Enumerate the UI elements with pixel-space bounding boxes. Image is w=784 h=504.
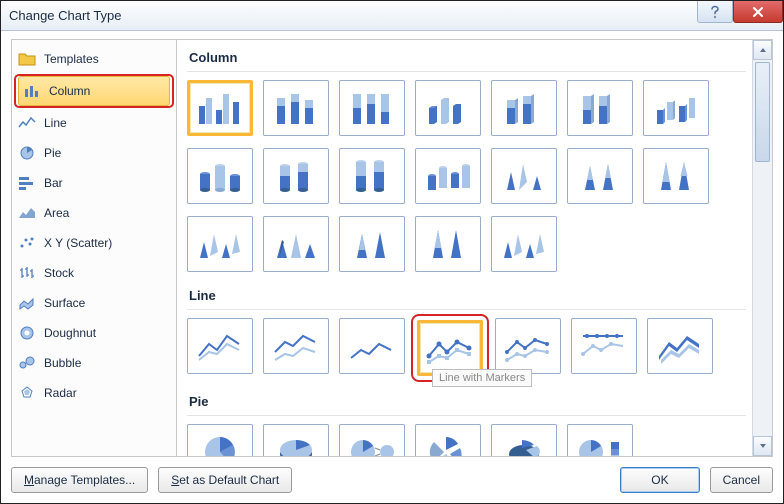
chart-3d-pyramid[interactable] bbox=[491, 216, 557, 272]
scrollbar-thumb[interactable] bbox=[755, 62, 770, 162]
bubble-icon bbox=[18, 355, 36, 371]
sidebar-item-column[interactable]: Column bbox=[18, 76, 170, 106]
chart-100-stacked-pyramid[interactable] bbox=[415, 216, 481, 272]
chart-line-markers[interactable]: Line with Markers bbox=[417, 320, 483, 376]
chart-3d-cylinder[interactable] bbox=[415, 148, 481, 204]
chart-3d-cone[interactable] bbox=[187, 216, 253, 272]
titlebar: Change Chart Type bbox=[1, 1, 783, 31]
sidebar-item-bar[interactable]: Bar bbox=[12, 168, 176, 198]
doughnut-icon bbox=[18, 325, 36, 341]
chart-stacked-pyramid[interactable] bbox=[339, 216, 405, 272]
sidebar-item-label: Surface bbox=[44, 296, 85, 310]
ok-button[interactable]: OK bbox=[620, 467, 699, 493]
area-icon bbox=[18, 205, 36, 221]
chart-gallery: Column bbox=[177, 40, 772, 456]
chart-stacked-column[interactable] bbox=[263, 80, 329, 136]
chart-pie[interactable] bbox=[187, 424, 253, 456]
close-button[interactable] bbox=[733, 1, 783, 23]
surface-icon bbox=[18, 295, 36, 311]
chart-clustered-cylinder[interactable] bbox=[187, 148, 253, 204]
chart-exploded-3d-pie[interactable] bbox=[491, 424, 557, 456]
sidebar-item-label: Radar bbox=[44, 386, 77, 400]
sidebar-item-label: Line bbox=[44, 116, 67, 130]
sidebar-item-label: Stock bbox=[44, 266, 74, 280]
chart-stacked-line-markers[interactable] bbox=[495, 318, 561, 374]
set-default-button[interactable]: Set as Default Chart bbox=[158, 467, 292, 493]
cancel-button[interactable]: Cancel bbox=[710, 467, 773, 493]
sidebar-item-label: X Y (Scatter) bbox=[44, 236, 112, 250]
radar-icon bbox=[18, 385, 36, 401]
chart-3d-pie[interactable] bbox=[263, 424, 329, 456]
chart-pie-of-pie[interactable] bbox=[339, 424, 405, 456]
chart-100-stacked-line-markers[interactable] bbox=[571, 318, 637, 374]
dialog-title: Change Chart Type bbox=[9, 8, 697, 23]
sidebar-item-label: Bubble bbox=[44, 356, 81, 370]
column-icon bbox=[23, 83, 41, 99]
chart-stacked-cone[interactable] bbox=[567, 148, 633, 204]
sidebar-item-label: Bar bbox=[44, 176, 63, 190]
sidebar-item-area[interactable]: Area bbox=[12, 198, 176, 228]
stock-icon bbox=[18, 265, 36, 281]
scatter-icon bbox=[18, 235, 36, 251]
sidebar-item-stock[interactable]: Stock bbox=[12, 258, 176, 288]
chart-3d-100-stacked-column[interactable] bbox=[567, 80, 633, 136]
sidebar-item-surface[interactable]: Surface bbox=[12, 288, 176, 318]
section-heading-pie: Pie bbox=[187, 390, 746, 416]
sidebar-item-label: Column bbox=[49, 84, 90, 98]
change-chart-type-dialog: Change Chart Type Templates Column bbox=[0, 0, 784, 504]
dialog-footer: Manage Templates... Set as Default Chart… bbox=[11, 465, 773, 495]
chart-3d-line[interactable] bbox=[647, 318, 713, 374]
sidebar-item-label: Templates bbox=[44, 52, 99, 66]
chart-100-stacked-column[interactable] bbox=[339, 80, 405, 136]
chart-3d-column[interactable] bbox=[643, 80, 709, 136]
sidebar-item-scatter[interactable]: X Y (Scatter) bbox=[12, 228, 176, 258]
chart-bar-of-pie[interactable] bbox=[567, 424, 633, 456]
chart-3d-stacked-column[interactable] bbox=[491, 80, 557, 136]
tooltip-line-markers: Line with Markers bbox=[432, 369, 532, 387]
manage-templates-button[interactable]: Manage Templates... bbox=[11, 467, 148, 493]
pie-icon bbox=[18, 145, 36, 161]
category-sidebar: Templates Column Line Pie Bar bbox=[12, 40, 177, 456]
sidebar-item-label: Area bbox=[44, 206, 69, 220]
sidebar-item-doughnut[interactable]: Doughnut bbox=[12, 318, 176, 348]
folder-icon bbox=[18, 51, 36, 67]
line-markers-highlight: Line with Markers bbox=[411, 314, 489, 382]
scroll-up-button[interactable] bbox=[753, 40, 772, 60]
line-icon bbox=[18, 115, 36, 131]
sidebar-item-templates[interactable]: Templates bbox=[12, 44, 176, 74]
chart-stacked-cylinder[interactable] bbox=[263, 148, 329, 204]
sidebar-item-line[interactable]: Line bbox=[12, 108, 176, 138]
chart-exploded-pie[interactable] bbox=[415, 424, 481, 456]
section-heading-column: Column bbox=[187, 46, 746, 72]
chart-3d-clustered-column[interactable] bbox=[415, 80, 481, 136]
chart-clustered-pyramid[interactable] bbox=[263, 216, 329, 272]
sidebar-item-label: Doughnut bbox=[44, 326, 96, 340]
column-highlight: Column bbox=[14, 74, 174, 108]
scroll-down-button[interactable] bbox=[753, 436, 772, 456]
chart-stacked-line[interactable] bbox=[263, 318, 329, 374]
section-heading-line: Line bbox=[187, 284, 746, 310]
chart-line[interactable] bbox=[187, 318, 253, 374]
chart-100-stacked-line[interactable] bbox=[339, 318, 405, 374]
chart-clustered-cone[interactable] bbox=[491, 148, 557, 204]
sidebar-item-pie[interactable]: Pie bbox=[12, 138, 176, 168]
bar-icon bbox=[18, 175, 36, 191]
chart-100-stacked-cylinder[interactable] bbox=[339, 148, 405, 204]
chart-clustered-column[interactable] bbox=[187, 80, 253, 136]
help-button[interactable] bbox=[697, 1, 733, 23]
scrollbar[interactable] bbox=[752, 40, 772, 456]
chart-100-stacked-cone[interactable] bbox=[643, 148, 709, 204]
sidebar-item-label: Pie bbox=[44, 146, 61, 160]
sidebar-item-bubble[interactable]: Bubble bbox=[12, 348, 176, 378]
sidebar-item-radar[interactable]: Radar bbox=[12, 378, 176, 408]
content-area: Templates Column Line Pie Bar bbox=[11, 39, 773, 457]
